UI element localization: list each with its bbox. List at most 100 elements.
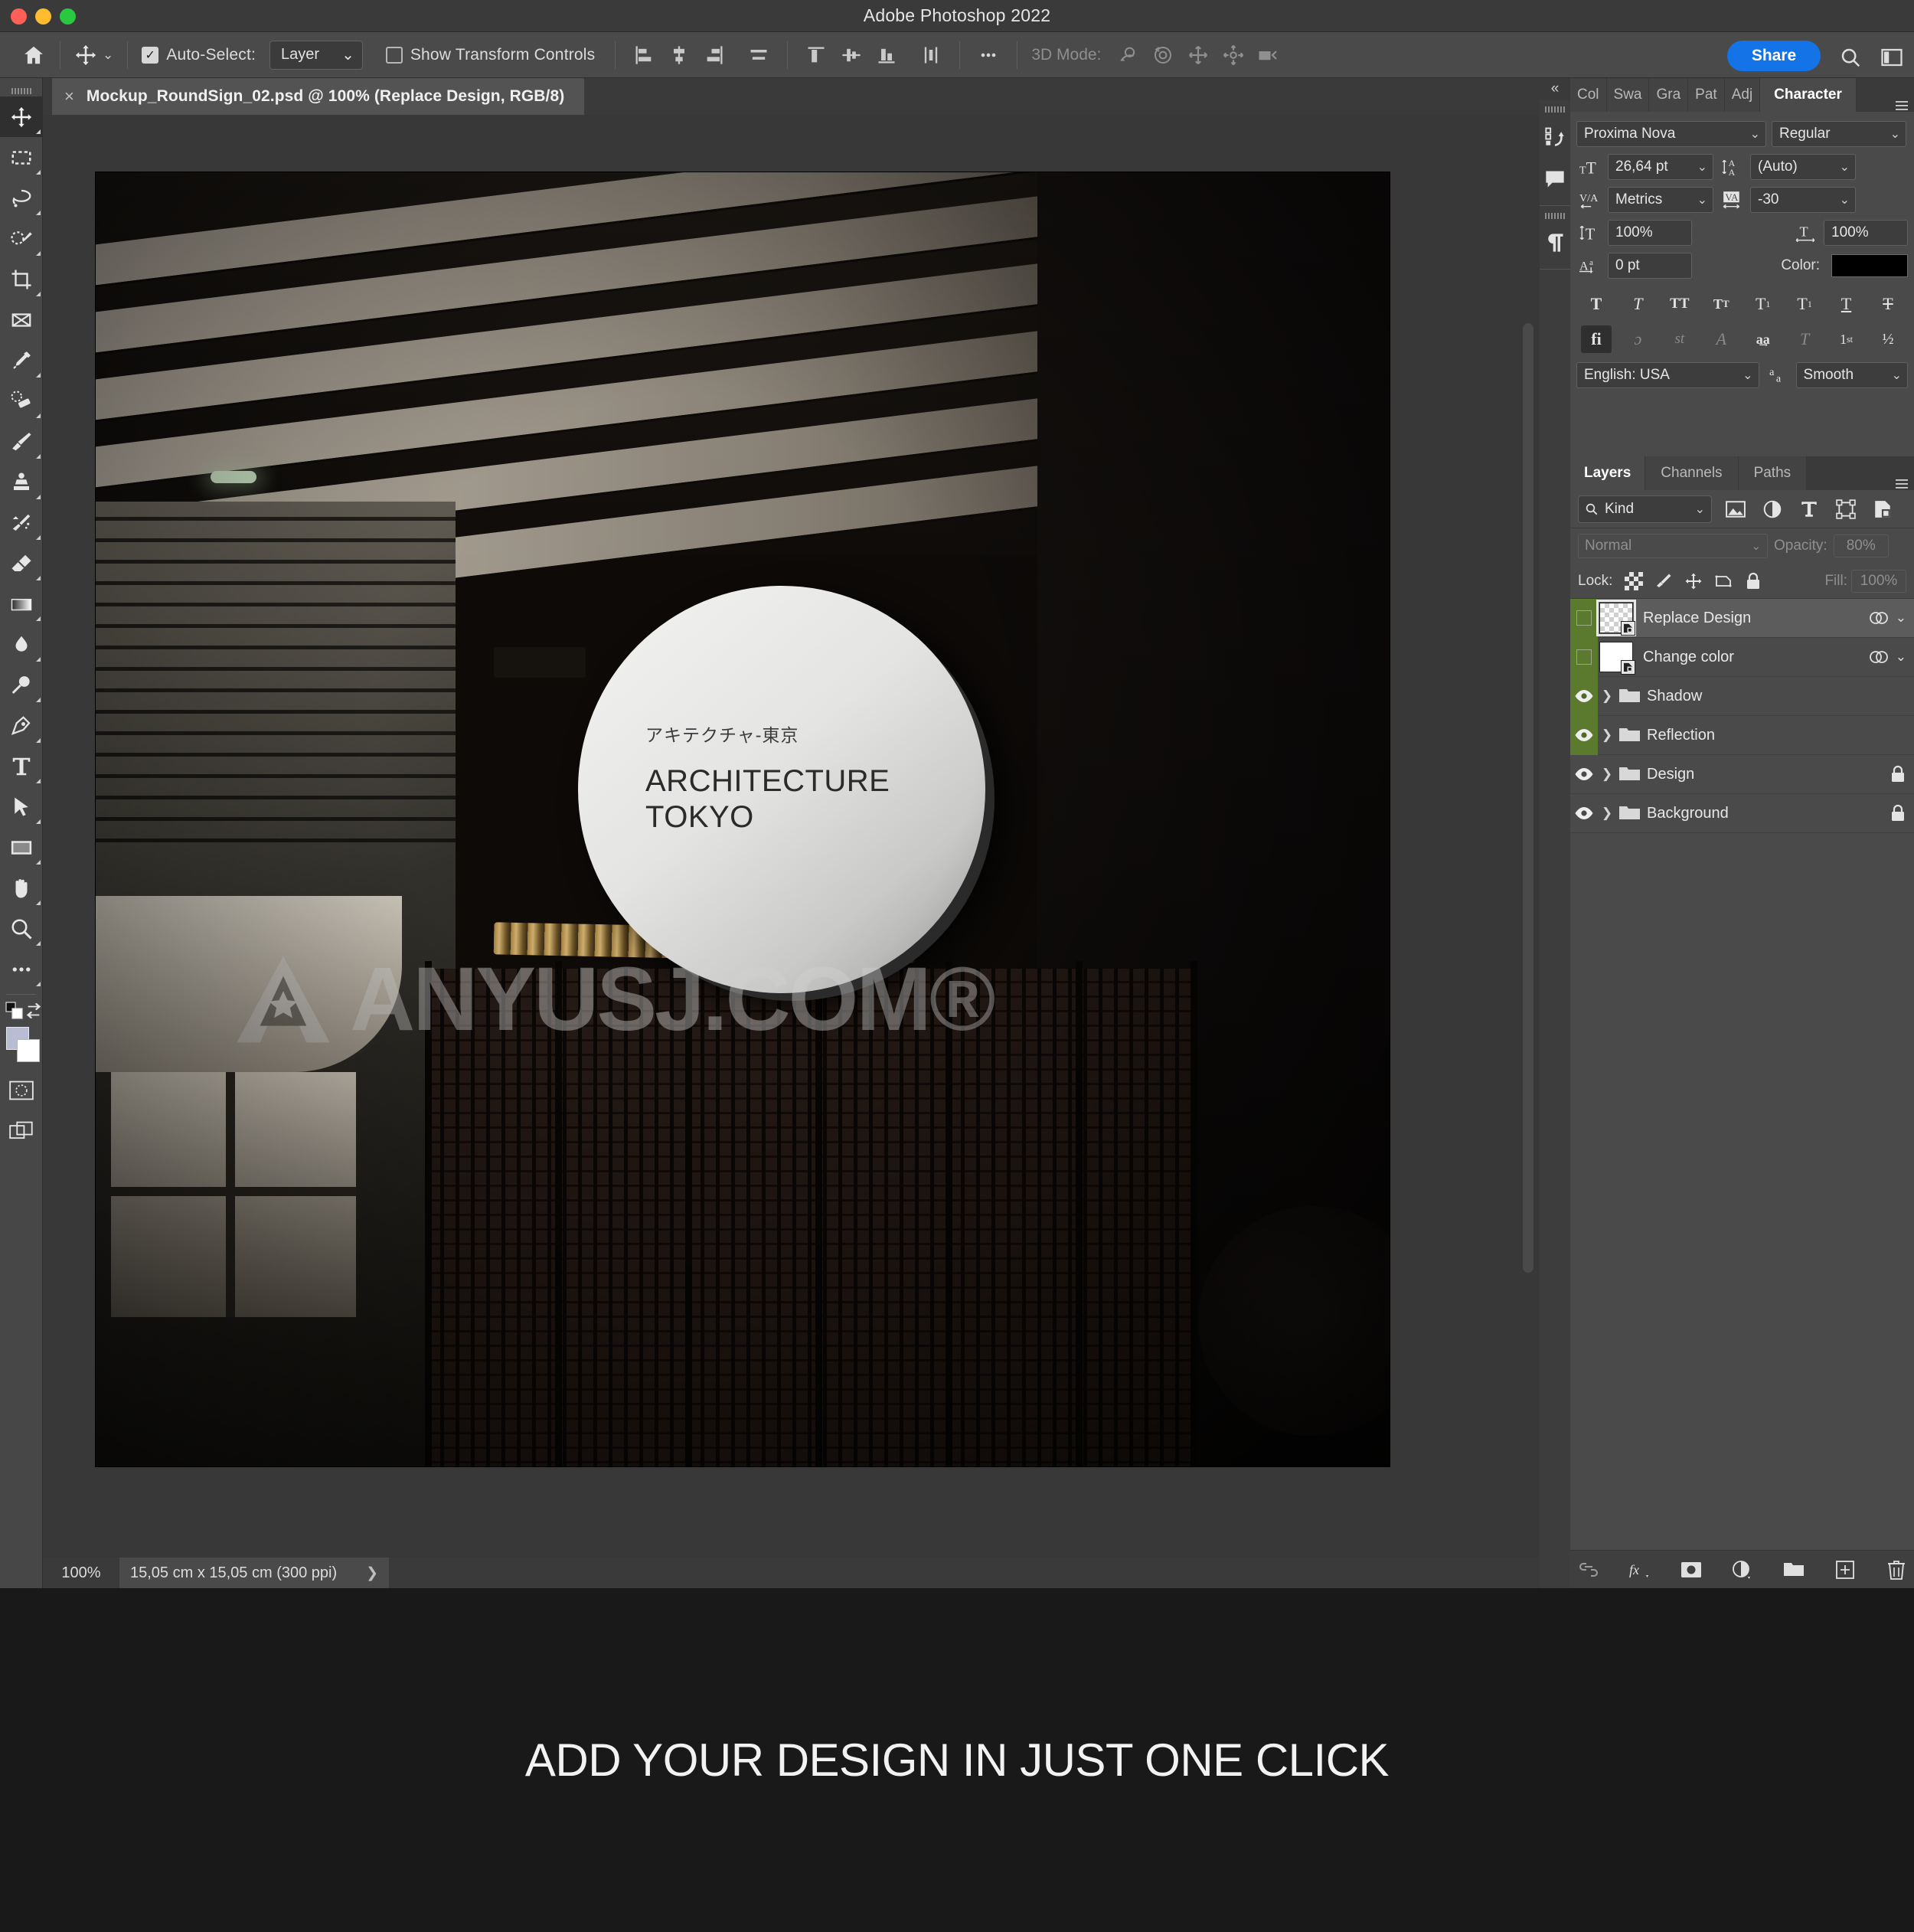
- document-size-info[interactable]: 15,05 cm x 15,05 cm (300 ppi) ❯: [119, 1558, 390, 1588]
- font-family-select[interactable]: ⌄: [1576, 121, 1766, 147]
- chevron-down-icon[interactable]: ⌄: [103, 47, 113, 63]
- spot-healing-brush-tool[interactable]: [0, 381, 43, 421]
- tab-patterns[interactable]: Pat: [1688, 78, 1725, 112]
- font-style-value[interactable]: [1779, 126, 1888, 142]
- tab-paths[interactable]: Paths: [1738, 456, 1808, 490]
- filter-type-icon[interactable]: [1796, 496, 1822, 522]
- zoom-level[interactable]: 100%: [43, 1564, 119, 1582]
- layer-name[interactable]: Replace Design: [1643, 610, 1751, 627]
- auto-select-checkbox[interactable]: ✓ Auto-Select:: [139, 32, 259, 78]
- chevron-down-icon[interactable]: ⌄: [1837, 159, 1852, 175]
- canvas-vertical-scrollbar[interactable]: [1523, 323, 1533, 1273]
- group-expand-icon[interactable]: ❯: [1598, 806, 1616, 821]
- layer-visibility-toggle[interactable]: [1570, 637, 1598, 677]
- align-top-edges-icon[interactable]: [799, 38, 834, 73]
- clone-stamp-tool[interactable]: [0, 462, 43, 502]
- chevron-down-icon[interactable]: ⌄: [1896, 649, 1906, 665]
- faux-bold-button[interactable]: T: [1581, 290, 1612, 318]
- distribute-vertical-icon[interactable]: [913, 38, 949, 73]
- filter-smart-object-icon[interactable]: [1870, 496, 1896, 522]
- screen-mode-icon[interactable]: [0, 1110, 43, 1151]
- slide-3d-icon[interactable]: [1216, 38, 1251, 73]
- blur-tool[interactable]: [0, 624, 43, 665]
- chevron-down-icon[interactable]: ⌄: [1751, 539, 1761, 553]
- leading-value[interactable]: [1758, 159, 1837, 175]
- antialias-select[interactable]: ⌄: [1795, 362, 1908, 388]
- align-left-edges-icon[interactable]: [626, 38, 661, 73]
- new-group-icon[interactable]: [1781, 1557, 1807, 1583]
- faux-italic-button[interactable]: T: [1622, 290, 1653, 318]
- hand-tool[interactable]: [0, 868, 43, 908]
- horizontal-scale-value[interactable]: [1831, 224, 1904, 241]
- font-style-select[interactable]: ⌄: [1772, 121, 1906, 147]
- more-options-icon[interactable]: [971, 38, 1006, 73]
- lasso-tool[interactable]: [0, 178, 43, 218]
- color-swatches[interactable]: [0, 1022, 43, 1070]
- leading-input[interactable]: ⌄: [1750, 154, 1856, 180]
- canvas-area[interactable]: アキテクチャ-東京 ARCHITECTURE TOKYO ANYUSJ.COM®: [43, 115, 1540, 1576]
- chevron-down-icon[interactable]: ⌄: [1888, 126, 1903, 142]
- panel-menu-icon[interactable]: [1890, 100, 1914, 112]
- titling-alternates-button[interactable]: T: [1789, 325, 1820, 353]
- all-caps-button[interactable]: TT: [1664, 290, 1695, 318]
- chevron-down-icon[interactable]: ⌄: [1740, 368, 1755, 383]
- vertical-scale-input[interactable]: [1608, 220, 1692, 246]
- camera-3d-icon[interactable]: [1251, 38, 1286, 73]
- group-expand-icon[interactable]: ❯: [1598, 727, 1616, 743]
- fill-value[interactable]: 100%: [1851, 569, 1906, 593]
- chevron-down-icon[interactable]: ⌄: [1748, 126, 1762, 142]
- swap-foreground-background-icon[interactable]: [24, 1002, 43, 1019]
- toolbar-grip[interactable]: [0, 86, 42, 96]
- opacity-value[interactable]: 80%: [1833, 534, 1889, 557]
- vertical-scale-value[interactable]: [1615, 224, 1688, 241]
- move-tool-indicator[interactable]: ⌄: [71, 32, 116, 78]
- layer-link-icon[interactable]: [1868, 649, 1890, 665]
- chevron-right-icon[interactable]: ❯: [366, 1564, 378, 1582]
- lock-artboard-nesting-icon[interactable]: [1710, 569, 1736, 593]
- chevron-down-icon[interactable]: ⌄: [1695, 192, 1710, 208]
- layer-visibility-toggle[interactable]: [1570, 794, 1598, 833]
- layer-name[interactable]: Background: [1647, 805, 1729, 822]
- move-tool[interactable]: [0, 96, 43, 137]
- group-expand-icon[interactable]: ❯: [1598, 688, 1616, 704]
- path-selection-tool[interactable]: [0, 786, 43, 827]
- table-row[interactable]: ❯ Design: [1570, 755, 1914, 794]
- chevron-down-icon[interactable]: ⌄: [1695, 502, 1705, 517]
- rectangle-tool[interactable]: [0, 827, 43, 868]
- crop-tool[interactable]: [0, 259, 43, 299]
- tracking-value[interactable]: [1758, 191, 1837, 208]
- font-family-value[interactable]: [1584, 126, 1748, 142]
- align-right-edges-icon[interactable]: [697, 38, 732, 73]
- layer-thumbnail[interactable]: [1596, 600, 1636, 636]
- lock-position-icon[interactable]: [1680, 569, 1707, 593]
- comments-icon[interactable]: [1540, 158, 1570, 201]
- swash-button[interactable]: A: [1706, 325, 1736, 353]
- roll-3d-icon[interactable]: [1145, 38, 1181, 73]
- document-tab[interactable]: × Mockup_RoundSign_02.psd @ 100% (Replac…: [52, 78, 585, 115]
- chevron-down-icon[interactable]: ⌄: [1890, 368, 1904, 383]
- baseline-shift-value[interactable]: [1615, 257, 1688, 274]
- quick-mask-mode-icon[interactable]: [0, 1070, 43, 1110]
- layer-visibility-toggle[interactable]: [1570, 715, 1598, 755]
- new-layer-icon[interactable]: [1832, 1557, 1858, 1583]
- search-icon[interactable]: [1839, 46, 1862, 69]
- discretionary-ligatures-button[interactable]: st: [1664, 325, 1695, 353]
- tab-color[interactable]: Col: [1570, 78, 1607, 112]
- align-bottom-edges-icon[interactable]: [869, 38, 904, 73]
- add-layer-style-icon[interactable]: fx: [1627, 1557, 1653, 1583]
- filter-shape-icon[interactable]: [1833, 496, 1859, 522]
- group-expand-icon[interactable]: ❯: [1598, 767, 1616, 782]
- superscript-button[interactable]: T1: [1748, 290, 1778, 318]
- dock-grip[interactable]: [1540, 104, 1570, 115]
- distribute-horizontal-icon[interactable]: [741, 38, 776, 73]
- strikethrough-button[interactable]: T: [1873, 290, 1903, 318]
- dock-grip[interactable]: [1540, 211, 1570, 221]
- new-adjustment-layer-icon[interactable]: [1729, 1557, 1756, 1583]
- tab-swatches[interactable]: Swa: [1606, 78, 1650, 112]
- kerning-value[interactable]: [1615, 191, 1695, 208]
- eraser-tool[interactable]: [0, 543, 43, 584]
- layer-visibility-toggle[interactable]: [1570, 755, 1598, 794]
- font-size-value[interactable]: [1615, 159, 1695, 175]
- artboard[interactable]: アキテクチャ-東京 ARCHITECTURE TOKYO ANYUSJ.COM®: [96, 172, 1390, 1466]
- background-color-swatch[interactable]: [17, 1039, 40, 1062]
